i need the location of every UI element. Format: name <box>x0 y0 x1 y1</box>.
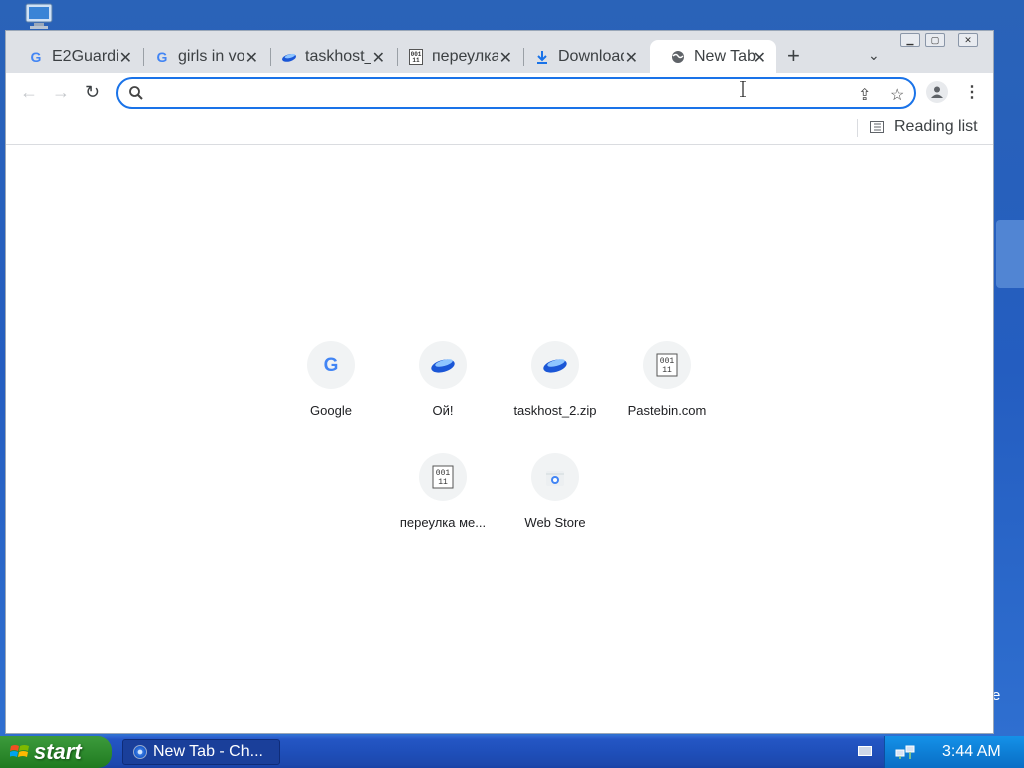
clock[interactable]: 3:44 AM <box>942 743 1001 761</box>
tab-title: E2Guardian <box>52 47 118 65</box>
webstore-icon <box>531 453 579 501</box>
close-icon[interactable]: ✕ <box>625 48 638 68</box>
minimize-button[interactable]: ▁ <box>900 33 920 47</box>
share-icon[interactable]: ⇪ <box>858 85 871 105</box>
shortcut-label: Pastebin.com <box>627 403 707 418</box>
tab-downloads[interactable]: Downloads ✕ <box>514 40 648 73</box>
tab-pereulka[interactable]: 001 11 переулка ✕ <box>388 40 522 73</box>
svg-text:11: 11 <box>438 478 448 487</box>
computer-icon[interactable] <box>22 2 56 30</box>
tab-taskhost[interactable]: taskhost_2 ✕ <box>261 40 395 73</box>
svg-text:001: 001 <box>436 469 451 478</box>
download-icon <box>534 49 550 65</box>
reading-list-button[interactable]: Reading list <box>870 118 978 136</box>
svg-text:11: 11 <box>662 366 672 375</box>
profile-avatar-icon[interactable] <box>926 81 948 103</box>
tab-title: taskhost_2 <box>305 47 371 65</box>
shortcut-taskhost-zip[interactable]: taskhost_2.zip <box>499 341 611 441</box>
maximize-button[interactable]: ▢ <box>925 33 945 47</box>
close-icon[interactable]: ✕ <box>119 48 132 68</box>
shortcut-oi[interactable]: Ой! <box>387 341 499 441</box>
windows-flag-icon <box>10 745 29 757</box>
shortcut-label: переулка ме... <box>399 515 487 530</box>
start-button[interactable]: start <box>0 736 112 768</box>
close-icon[interactable]: ✕ <box>499 48 512 68</box>
reading-list-icon <box>870 121 884 133</box>
menu-kebab-icon[interactable]: ⋮ <box>964 82 980 102</box>
shortcut-label: Google <box>310 403 352 418</box>
svg-text:G: G <box>324 355 339 376</box>
browser-window: ▁ ▢ ✕ G E2Guardian ✕ G girls in vo ✕ tas… <box>5 30 994 734</box>
tab-search-chevron-icon[interactable]: ⌄ <box>868 47 880 64</box>
shortcut-pastebin[interactable]: 001 11 Pastebin.com <box>611 341 723 441</box>
bookmark-separator <box>857 119 858 137</box>
taskhost-icon <box>419 341 467 389</box>
binary-doc-icon: 001 11 <box>408 48 424 65</box>
bookmark-bar: Reading list <box>6 113 993 145</box>
text-cursor-icon <box>740 80 746 98</box>
google-icon: G <box>28 49 44 65</box>
binary-doc-icon: 001 11 <box>419 453 467 501</box>
tab-girls[interactable]: G girls in vo ✕ <box>134 40 268 73</box>
google-icon: G <box>307 341 355 389</box>
globe-icon <box>670 49 686 65</box>
tab-title: girls in vo <box>178 47 244 65</box>
shortcut-pereulka[interactable]: 001 11 переулка ме... <box>387 453 499 553</box>
tab-title: переулка <box>432 47 498 65</box>
shortcut-label: Web Store <box>524 515 586 530</box>
taskbar: start New Tab - Ch... 3:44 AM <box>0 736 1024 768</box>
desktop-window-edge <box>996 220 1024 288</box>
svg-text:G: G <box>157 49 168 65</box>
svg-text:11: 11 <box>412 57 420 64</box>
shortcut-label: Ой! <box>432 403 454 418</box>
tab-new-tab[interactable]: New Tab ✕ <box>650 40 776 73</box>
bookmark-star-icon[interactable]: ☆ <box>890 85 904 105</box>
toolbar: ← → ↻ ⇪ ☆ ⋮ <box>6 73 993 113</box>
binary-doc-icon: 001 11 <box>643 341 691 389</box>
tab-title: New Tab <box>694 47 756 65</box>
shortcut-label: taskhost_2.zip <box>513 403 597 418</box>
start-label: start <box>34 739 82 764</box>
chrome-icon <box>133 745 147 759</box>
close-icon[interactable]: ✕ <box>753 48 766 68</box>
taskhost-icon <box>281 49 297 65</box>
shortcut-web-store[interactable]: Web Store <box>499 453 611 553</box>
close-window-button[interactable]: ✕ <box>958 33 978 47</box>
omnibox[interactable]: ⇪ ☆ <box>116 77 916 109</box>
close-icon[interactable]: ✕ <box>372 48 385 68</box>
google-icon: G <box>154 49 170 65</box>
taskhost-icon <box>531 341 579 389</box>
forward-button[interactable]: → <box>52 83 70 101</box>
tab-e2guardian[interactable]: G E2Guardian ✕ <box>8 40 142 73</box>
search-icon <box>129 86 143 100</box>
reading-list-label: Reading list <box>894 118 978 135</box>
svg-text:001: 001 <box>660 357 675 366</box>
keyboard-icon[interactable] <box>858 746 872 756</box>
tab-title: Downloads <box>558 47 624 65</box>
taskbar-item-chrome[interactable]: New Tab - Ch... <box>122 739 280 765</box>
tab-strip: ▁ ▢ ✕ G E2Guardian ✕ G girls in vo ✕ tas… <box>6 31 993 73</box>
svg-text:G: G <box>31 49 42 65</box>
reload-button[interactable]: ↻ <box>85 83 100 101</box>
back-button[interactable]: ← <box>20 83 38 101</box>
network-icon[interactable] <box>895 744 915 760</box>
taskbar-item-label: New Tab - Ch... <box>153 743 263 760</box>
address-input[interactable] <box>152 83 852 103</box>
new-tab-button[interactable]: + <box>787 45 800 67</box>
shortcut-google[interactable]: G Google <box>275 341 387 441</box>
close-icon[interactable]: ✕ <box>245 48 258 68</box>
